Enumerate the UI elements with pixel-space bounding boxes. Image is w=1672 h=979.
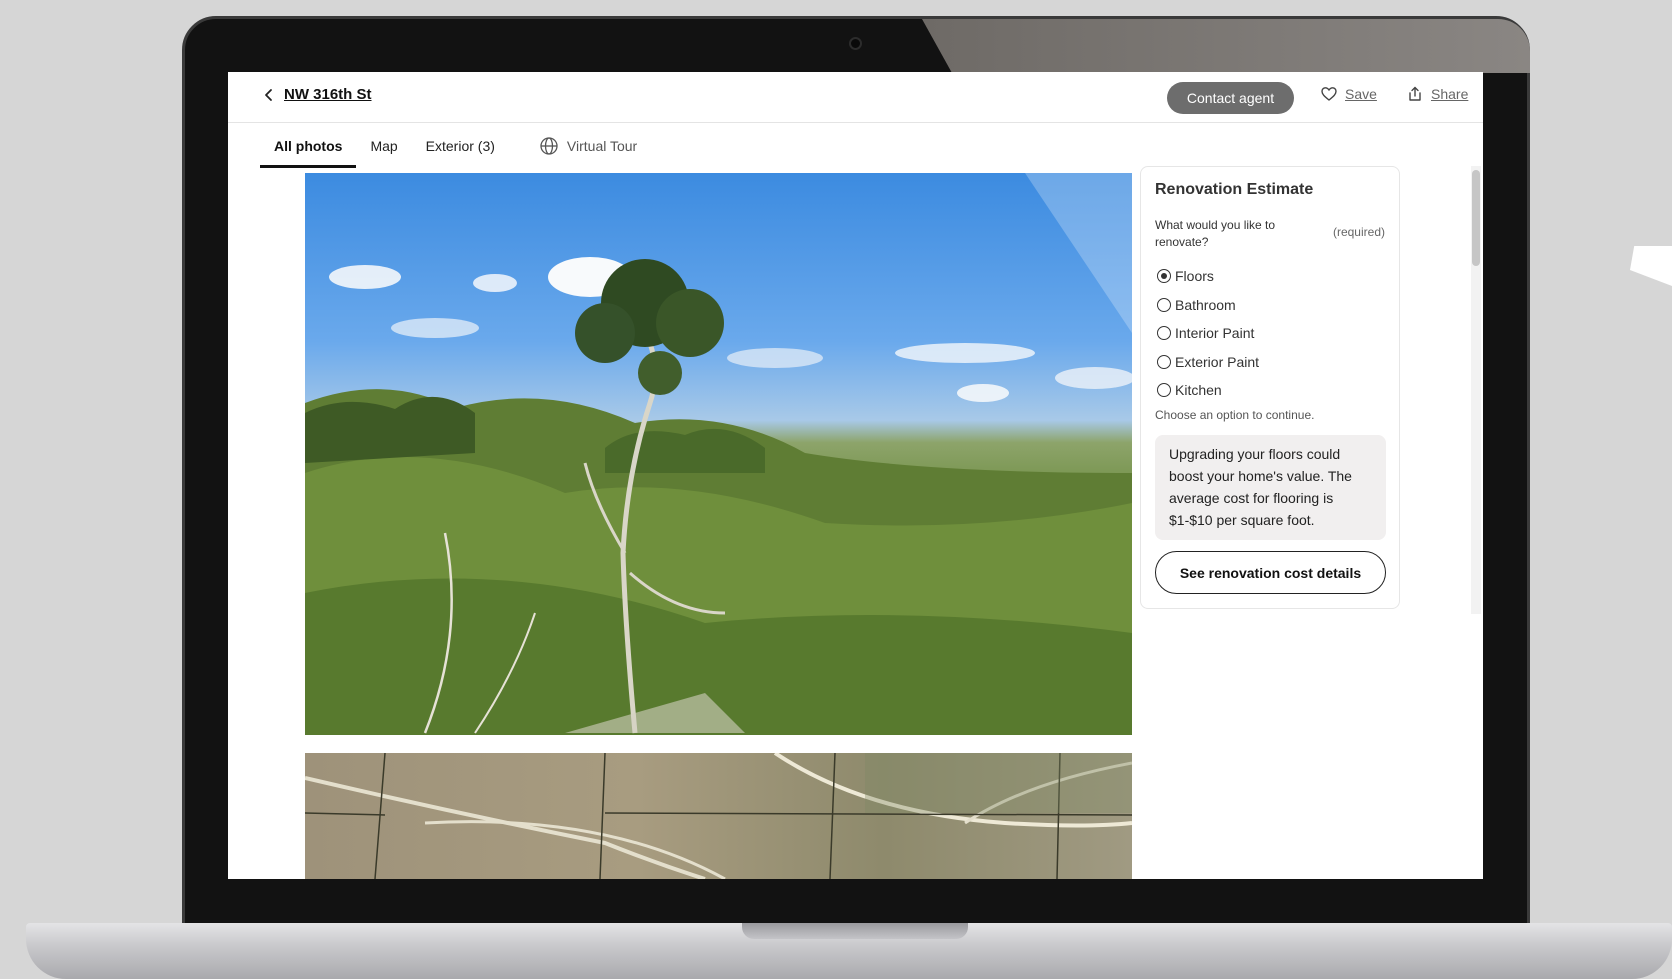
- virtual-tour-label: Virtual Tour: [566, 137, 638, 154]
- option-kitchen[interactable]: Kitchen: [1157, 376, 1259, 405]
- option-interior-paint[interactable]: Interior Paint: [1157, 319, 1259, 348]
- lid-glare: [922, 19, 1530, 73]
- decorative-shape: [1630, 246, 1672, 286]
- renovation-hint: Choose an option to continue.: [1155, 408, 1315, 422]
- tab-map[interactable]: Map: [356, 123, 411, 168]
- back-link[interactable]: NW 316th St: [262, 86, 372, 103]
- globe-icon: [540, 136, 558, 155]
- save-label: Save: [1345, 86, 1377, 102]
- share-label: Share: [1431, 86, 1469, 102]
- tab-exterior[interactable]: Exterior (3): [412, 123, 509, 168]
- renovation-info-box: Upgrading your floors could boost your h…: [1155, 435, 1386, 540]
- option-label: Floors: [1175, 268, 1214, 285]
- renovation-options: Floors Bathroom Interior Paint Exterior …: [1157, 262, 1259, 405]
- radio-interior-paint[interactable]: [1157, 326, 1171, 341]
- radio-exterior-paint[interactable]: [1157, 354, 1171, 369]
- heart-icon: [1321, 87, 1337, 101]
- option-label: Interior Paint: [1175, 325, 1255, 342]
- radio-kitchen[interactable]: [1157, 383, 1171, 398]
- listing-photo-landscape[interactable]: [305, 173, 1132, 735]
- landscape-photo-illustration: [305, 173, 1132, 735]
- save-button[interactable]: Save: [1321, 86, 1377, 102]
- renovation-estimate-card: Renovation Estimate What would you like …: [1140, 166, 1400, 609]
- share-icon: [1409, 86, 1421, 101]
- radio-bathroom[interactable]: [1157, 297, 1171, 312]
- browser-screen: NW 316th St Contact agent Save Share All…: [228, 72, 1483, 879]
- option-label: Exterior Paint: [1175, 353, 1260, 370]
- tab-all-photos[interactable]: All photos: [260, 123, 357, 168]
- chevron-left-icon: [265, 88, 272, 101]
- renovation-title: Renovation Estimate: [1155, 181, 1314, 198]
- option-floors[interactable]: Floors: [1157, 262, 1259, 291]
- listing-address: NW 316th St: [284, 86, 372, 103]
- radio-floors[interactable]: [1157, 269, 1171, 284]
- share-button[interactable]: Share: [1407, 86, 1468, 102]
- scrollbar-thumb[interactable]: [1472, 170, 1480, 266]
- photo-tabs: All photos Map Exterior (3) Virtual Tour: [260, 123, 651, 168]
- option-exterior-paint[interactable]: Exterior Paint: [1157, 348, 1259, 377]
- laptop-notch: [742, 923, 968, 939]
- option-label: Kitchen: [1175, 382, 1222, 399]
- renovation-question: What would you like to renovate?: [1155, 218, 1276, 249]
- aerial-photo-illustration: [305, 753, 1132, 879]
- option-label: Bathroom: [1175, 296, 1236, 313]
- tab-virtual-tour[interactable]: Virtual Tour: [525, 123, 651, 168]
- option-bathroom[interactable]: Bathroom: [1157, 291, 1259, 320]
- listing-photo-aerial[interactable]: [305, 753, 1132, 879]
- contact-agent-button[interactable]: Contact agent: [1167, 82, 1294, 114]
- top-bar: NW 316th St Contact agent Save Share: [228, 72, 1483, 123]
- see-renovation-details-button[interactable]: See renovation cost details: [1155, 551, 1386, 594]
- required-label: (required): [1332, 225, 1385, 239]
- webcam-icon: [849, 37, 862, 50]
